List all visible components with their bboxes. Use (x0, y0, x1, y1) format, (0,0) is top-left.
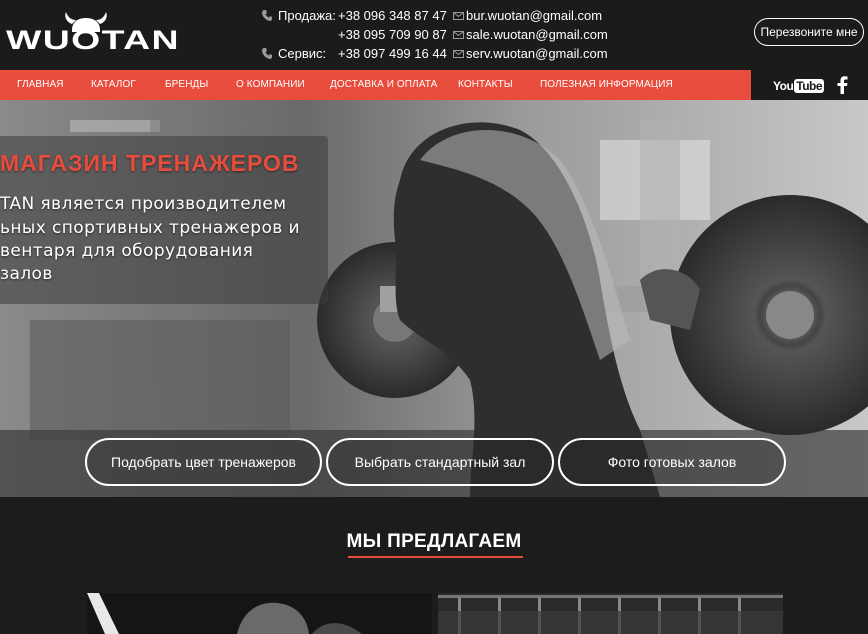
email-row: sale.wuotan@gmail.com (453, 27, 613, 43)
service-contact: Сервис: +38 097 499 16 44 (262, 46, 452, 62)
offer-section: МЫ ПРЕДЛАГАЕМ (0, 497, 868, 634)
sales-contact-2: +38 095 709 90 87 (262, 27, 452, 43)
nav-item-contacts[interactable]: КОНТАКТЫ (458, 70, 513, 100)
phone-icon (262, 48, 272, 59)
mail-icon (453, 50, 464, 58)
sales-phone-1[interactable]: +38 096 348 87 47 (338, 8, 447, 23)
gym-photos-button[interactable]: Фото готовых залов (558, 438, 786, 486)
callback-button[interactable]: Перезвоните мне (754, 18, 864, 46)
offer-title-underline (348, 556, 523, 558)
standard-gym-button[interactable]: Выбрать стандартный зал (326, 438, 554, 486)
nav-item-info[interactable]: ПОЛЕЗНАЯ ИНФОРМАЦИЯ (540, 70, 673, 100)
service-phone[interactable]: +38 097 499 16 44 (338, 46, 447, 61)
sales-phone-2[interactable]: +38 095 709 90 87 (338, 27, 447, 42)
nav-item-brands[interactable]: БРЕНДЫ (165, 70, 208, 100)
hero-description-line: ьных спортивных тренажеров и (0, 218, 300, 238)
sales-contact: Продажа: +38 096 348 87 47 (262, 8, 452, 24)
nav-item-delivery[interactable]: ДОСТАВКА И ОПЛАТА (330, 70, 437, 100)
main-nav: ГЛАВНАЯ КАТАЛОГ БРЕНДЫ О КОМПАНИИ ДОСТАВ… (0, 70, 868, 100)
brand-logo[interactable]: WUOTAN (6, 10, 182, 52)
youtube-icon[interactable]: You Tube (773, 79, 825, 93)
hero-title: МАГАЗИН ТРЕНАЖЕРОВ (0, 150, 300, 176)
sales-label: Продажа: (278, 8, 336, 23)
offer-card-image[interactable] (87, 593, 432, 634)
site-header: WUOTAN Продажа: +38 096 348 87 47 +38 09… (0, 0, 868, 70)
brand-wordmark: WUOTAN (6, 25, 180, 52)
hero-banner: МАГАЗИН ТРЕНАЖЕРОВ TAN является производ… (0, 100, 868, 497)
youtube-you: You (773, 79, 794, 93)
email-link[interactable]: bur.wuotan@gmail.com (466, 8, 602, 23)
mail-icon (453, 31, 464, 39)
service-label: Сервис: (278, 46, 327, 61)
email-link[interactable]: serv.wuotan@gmail.com (466, 46, 608, 61)
email-row: serv.wuotan@gmail.com (453, 46, 613, 62)
youtube-tube: Tube (794, 79, 825, 93)
nav-item-catalog[interactable]: КАТАЛОГ (91, 70, 136, 100)
phone-icon (262, 10, 272, 21)
hero-description-line: TAN является производителем (0, 194, 287, 214)
hero-description-line: вентаря для оборудования (0, 241, 254, 261)
nav-item-home[interactable]: ГЛАВНАЯ (17, 70, 64, 100)
pick-color-button[interactable]: Подобрать цвет тренажеров (85, 438, 322, 486)
facebook-icon[interactable] (834, 76, 851, 94)
email-row: bur.wuotan@gmail.com (453, 8, 613, 24)
offer-card-image[interactable] (438, 593, 783, 634)
email-link[interactable]: sale.wuotan@gmail.com (466, 27, 608, 42)
nav-item-about[interactable]: О КОМПАНИИ (236, 70, 305, 100)
mail-icon (453, 12, 464, 20)
social-links: You Tube (751, 70, 868, 100)
offer-title: МЫ ПРЕДЛАГАЕМ (346, 531, 522, 552)
hero-description-line: залов (0, 264, 53, 284)
